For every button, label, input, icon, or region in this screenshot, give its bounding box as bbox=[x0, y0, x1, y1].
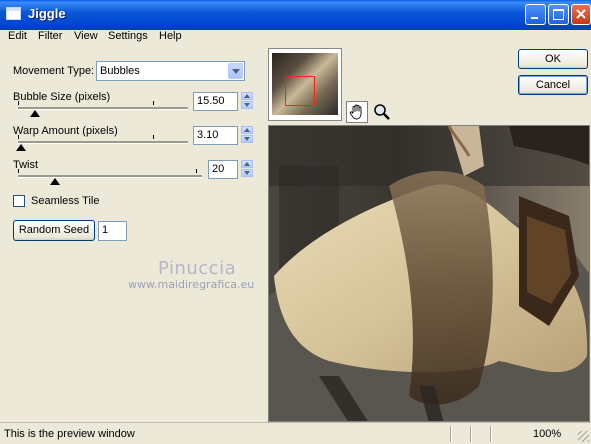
window-icon bbox=[6, 7, 21, 20]
twist-input[interactable]: 20 bbox=[208, 160, 238, 179]
spin-up-icon[interactable] bbox=[241, 160, 253, 168]
minimize-icon bbox=[531, 17, 538, 19]
menu-bar: Edit Filter View Settings Help bbox=[0, 30, 591, 45]
warp-amount-spinner[interactable] bbox=[241, 126, 253, 144]
maximize-button[interactable] bbox=[548, 4, 569, 25]
slider-tick bbox=[18, 101, 19, 105]
twist-spinner[interactable] bbox=[241, 160, 253, 178]
hand-tool-button[interactable] bbox=[346, 101, 368, 123]
twist-label: Twist bbox=[13, 159, 39, 171]
slider-tick bbox=[196, 169, 197, 173]
zoom-level: 100% bbox=[533, 428, 562, 440]
magnifier-icon bbox=[374, 104, 390, 120]
title-bar: Jiggle bbox=[0, 0, 591, 30]
movement-type-label: Movement Type: bbox=[13, 65, 95, 77]
bubble-size-slider-track[interactable] bbox=[18, 107, 188, 110]
status-divider bbox=[490, 426, 492, 442]
spin-down-icon[interactable] bbox=[241, 169, 253, 177]
movement-type-select[interactable]: Bubbles bbox=[96, 61, 245, 81]
warp-amount-label: Warp Amount (pixels) bbox=[13, 125, 118, 137]
navigator-thumbnail[interactable] bbox=[268, 48, 342, 121]
ok-button[interactable]: OK bbox=[518, 49, 588, 69]
spin-up-icon[interactable] bbox=[241, 126, 253, 134]
zoom-tool-button[interactable] bbox=[371, 101, 393, 123]
random-seed-button[interactable]: Random Seed bbox=[13, 220, 95, 241]
preview-window[interactable] bbox=[268, 125, 590, 422]
slider-tick bbox=[153, 135, 154, 139]
hand-icon bbox=[349, 104, 362, 120]
preview-image bbox=[269, 126, 589, 421]
menu-settings[interactable]: Settings bbox=[108, 30, 148, 42]
movement-type-value: Bubbles bbox=[100, 65, 140, 77]
bubble-size-spinner[interactable] bbox=[241, 92, 253, 110]
random-seed-input[interactable]: 1 bbox=[98, 221, 127, 241]
twist-slider-thumb[interactable] bbox=[50, 178, 60, 185]
warp-amount-slider-thumb[interactable] bbox=[16, 144, 26, 151]
close-icon bbox=[576, 9, 586, 19]
menu-filter[interactable]: Filter bbox=[38, 30, 62, 42]
bubble-size-slider-thumb[interactable] bbox=[30, 110, 40, 117]
thumbnail-selection-rect[interactable] bbox=[285, 76, 315, 106]
minimize-button[interactable] bbox=[525, 4, 546, 25]
window-title: Jiggle bbox=[28, 6, 66, 21]
cancel-button[interactable]: Cancel bbox=[518, 75, 588, 95]
bubble-size-label: Bubble Size (pixels) bbox=[13, 91, 111, 103]
watermark-url: www.maidiregrafica.eu bbox=[128, 278, 255, 291]
warp-amount-input[interactable]: 3.10 bbox=[193, 126, 238, 145]
resize-grip-icon[interactable] bbox=[578, 431, 589, 442]
status-bar: This is the preview window 100% bbox=[0, 422, 591, 444]
spin-up-icon[interactable] bbox=[241, 92, 253, 100]
seamless-tile-label: Seamless Tile bbox=[31, 195, 100, 207]
chevron-down-icon[interactable] bbox=[228, 63, 243, 79]
warp-amount-slider-track[interactable] bbox=[18, 141, 188, 144]
slider-tick bbox=[18, 169, 19, 173]
maximize-icon bbox=[553, 9, 564, 20]
slider-tick bbox=[153, 101, 154, 105]
slider-tick bbox=[18, 135, 19, 139]
menu-edit[interactable]: Edit bbox=[8, 30, 27, 42]
bubble-size-input[interactable]: 15.50 bbox=[193, 92, 238, 111]
spin-down-icon[interactable] bbox=[241, 101, 253, 109]
spin-down-icon[interactable] bbox=[241, 135, 253, 143]
status-divider bbox=[470, 426, 472, 442]
status-divider bbox=[450, 426, 452, 442]
menu-view[interactable]: View bbox=[74, 30, 98, 42]
twist-slider-track[interactable] bbox=[18, 175, 202, 178]
watermark-name: Pinuccia bbox=[158, 258, 237, 279]
seamless-tile-checkbox[interactable] bbox=[13, 195, 25, 207]
menu-help[interactable]: Help bbox=[159, 30, 182, 42]
close-button[interactable] bbox=[571, 4, 591, 25]
status-text: This is the preview window bbox=[4, 428, 135, 440]
